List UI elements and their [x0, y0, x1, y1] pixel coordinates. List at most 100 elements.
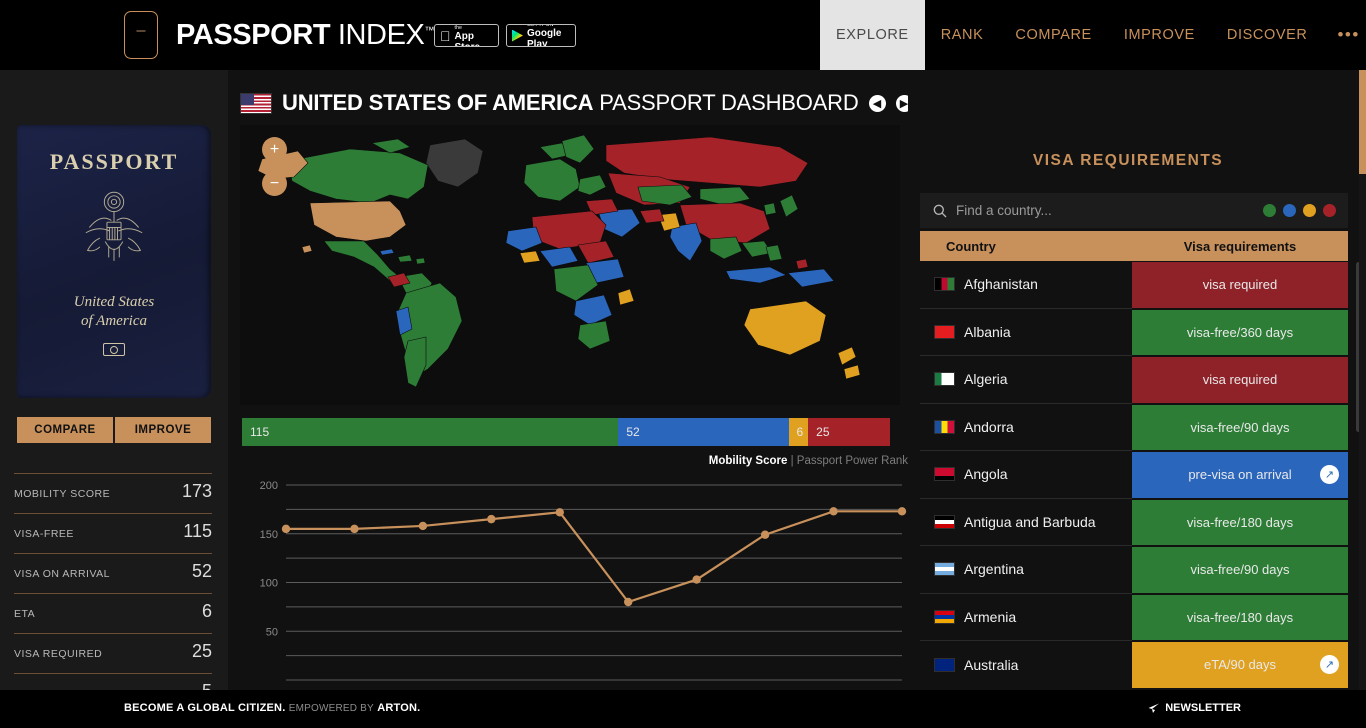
table-row[interactable]: Antigua and Barbuda visa-free/180 days: [920, 499, 1348, 546]
stat-value: 6: [201, 601, 212, 621]
improve-button[interactable]: IMPROVE: [115, 417, 211, 443]
table-row[interactable]: Angola pre-visa on arrival ↗: [920, 451, 1348, 499]
stat-row: VISA REQUIRED 25: [14, 633, 212, 673]
nav-item-compare[interactable]: COMPARE: [999, 0, 1107, 70]
visa-status-label: visa required: [1202, 372, 1278, 388]
country-name: Albania: [964, 323, 1011, 340]
row-country-cell[interactable]: Australia: [920, 641, 1132, 689]
chart-data-point[interactable]: [418, 521, 428, 531]
chart-legend-power-rank[interactable]: Passport Power Rank: [797, 455, 908, 467]
row-country-cell[interactable]: Andorra: [920, 404, 1132, 451]
world-map[interactable]: + −: [240, 125, 900, 405]
legend-segment-eta[interactable]: 6: [788, 418, 809, 446]
site-logo[interactable]: PASSPORT INDEX™: [176, 19, 434, 52]
country-name: Algeria: [964, 371, 1008, 388]
row-country-cell[interactable]: Angola: [920, 451, 1132, 499]
row-country-cell[interactable]: Afghanistan: [920, 261, 1132, 309]
country-flag-icon: [934, 419, 955, 434]
table-row[interactable]: Argentina visa-free/90 days: [920, 546, 1348, 594]
visa-status-label: eTA/90 days: [1203, 657, 1277, 673]
chart-data-point[interactable]: [487, 514, 496, 524]
stat-value: 115: [183, 521, 212, 541]
nav-item-explore[interactable]: EXPLORE: [820, 0, 925, 70]
external-link-icon[interactable]: ↗: [1320, 465, 1339, 485]
table-row[interactable]: Andorra visa-free/90 days: [920, 404, 1348, 451]
column-header-country[interactable]: Country: [920, 239, 1132, 254]
legend-segment-visa-free[interactable]: 115: [242, 418, 619, 446]
app-store-badge[interactable]:  Download on the App Store: [434, 24, 499, 47]
site-footer: BECOME A GLOBAL CITIZEN. EMPOWERED BY AR…: [0, 690, 1366, 728]
table-row[interactable]: Armenia visa-free/180 days: [920, 594, 1348, 641]
visa-status-badge[interactable]: visa required: [1132, 262, 1348, 308]
chart-data-point[interactable]: [692, 575, 701, 584]
chart-data-point[interactable]: [829, 507, 838, 516]
row-country-cell[interactable]: Algeria: [920, 356, 1132, 404]
map-zoom-out-button[interactable]: −: [262, 171, 287, 196]
chart-data-point[interactable]: [555, 508, 564, 517]
chart-data-point[interactable]: [350, 524, 359, 534]
visa-status-badge[interactable]: visa-free/360 days: [1132, 309, 1348, 355]
chart-data-point[interactable]: [281, 524, 291, 534]
filter-dot-visa-required[interactable]: [1323, 204, 1336, 217]
stat-label: VISA-FREE: [14, 528, 74, 540]
visa-status-badge[interactable]: visa required: [1132, 357, 1348, 403]
chart-legend-mobility-score[interactable]: Mobility Score: [709, 455, 788, 467]
legend-segment-visa-required[interactable]: 25: [808, 418, 890, 446]
compare-button[interactable]: COMPARE: [17, 417, 113, 443]
visa-status-badge[interactable]: pre-visa on arrival ↗: [1132, 452, 1348, 498]
visa-status-badge[interactable]: eTA/90 days ↗: [1132, 642, 1348, 688]
row-country-cell[interactable]: Antigua and Barbuda: [920, 499, 1132, 546]
biometric-chip-icon: [103, 343, 125, 356]
page-scrollbar-thumb[interactable]: [1359, 70, 1366, 174]
visa-status-label: visa-free/90 days: [1190, 419, 1290, 435]
google-play-badge[interactable]: GET IT ON Google Play: [506, 24, 576, 47]
passport-country-line2: of America: [81, 313, 147, 329]
table-row[interactable]: Albania visa-free/360 days: [920, 309, 1348, 356]
row-country-cell[interactable]: Armenia: [920, 594, 1132, 641]
stat-value: 25: [191, 641, 212, 661]
visa-status-label: visa-free/180 days: [1186, 514, 1294, 530]
table-row[interactable]: Australia eTA/90 days ↗: [920, 641, 1348, 689]
filter-dot-visa-on-arrival[interactable]: [1283, 204, 1296, 217]
external-link-icon[interactable]: ↗: [1320, 655, 1339, 675]
visa-status-badge[interactable]: visa-free/90 days: [1132, 404, 1348, 450]
nav-item-rank[interactable]: RANK: [925, 0, 1000, 70]
main-navigation: EXPLORE RANK COMPARE IMPROVE DISCOVER ••…: [820, 0, 1366, 70]
svg-text:150: 150: [260, 529, 278, 541]
prev-country-button[interactable]: ◀: [868, 94, 886, 112]
table-row[interactable]: Afghanistan visa required: [920, 261, 1348, 309]
filter-dot-eta[interactable]: [1303, 204, 1316, 217]
chart-data-point[interactable]: [624, 597, 633, 607]
country-search-bar[interactable]: [920, 193, 1348, 228]
filter-dot-visa-free[interactable]: [1263, 204, 1276, 217]
visa-status-badge[interactable]: visa-free/180 days: [1132, 594, 1348, 640]
table-row[interactable]: Algeria visa required: [920, 356, 1348, 404]
visa-requirements-list[interactable]: Afghanistan visa required Albania visa-free…: [920, 261, 1348, 690]
visa-status-label: visa required: [1202, 277, 1278, 293]
newsletter-button[interactable]: NEWSLETTER: [1148, 702, 1241, 714]
nav-more-icon[interactable]: •••: [1323, 0, 1366, 70]
google-play-icon: [512, 29, 523, 42]
visa-status-badge[interactable]: visa-free/90 days: [1132, 547, 1348, 593]
page-scrollbar[interactable]: [1359, 70, 1366, 690]
visa-status-badge[interactable]: visa-free/180 days: [1132, 499, 1348, 545]
row-country-cell[interactable]: Argentina: [920, 546, 1132, 594]
passport-cover-country: United States of America: [17, 293, 211, 331]
nav-item-discover[interactable]: DISCOVER: [1211, 0, 1324, 70]
map-zoom-in-button[interactable]: +: [262, 137, 287, 162]
chart-data-point[interactable]: [897, 507, 907, 516]
apple-icon: : [440, 29, 451, 43]
search-input[interactable]: [956, 203, 1263, 218]
passport-cover: PASSPORT United States of America: [17, 125, 211, 398]
country-flag-icon: [934, 324, 955, 339]
stat-label: VISA ON ARRIVAL: [14, 568, 111, 580]
column-header-visa[interactable]: Visa requirements: [1132, 239, 1348, 254]
nav-item-improve[interactable]: IMPROVE: [1108, 0, 1211, 70]
row-country-cell[interactable]: Albania: [920, 309, 1132, 356]
paper-plane-icon: [1148, 703, 1160, 713]
passport-index-app: PASSPORT INDEX™  Download on the App St…: [0, 0, 1366, 728]
legend-segment-visa-on-arrival[interactable]: 52: [618, 418, 789, 446]
phone-outline-icon: [124, 11, 158, 59]
chart-data-point[interactable]: [760, 530, 770, 539]
footer-bold-text: BECOME A GLOBAL CITIZEN.: [124, 702, 286, 714]
